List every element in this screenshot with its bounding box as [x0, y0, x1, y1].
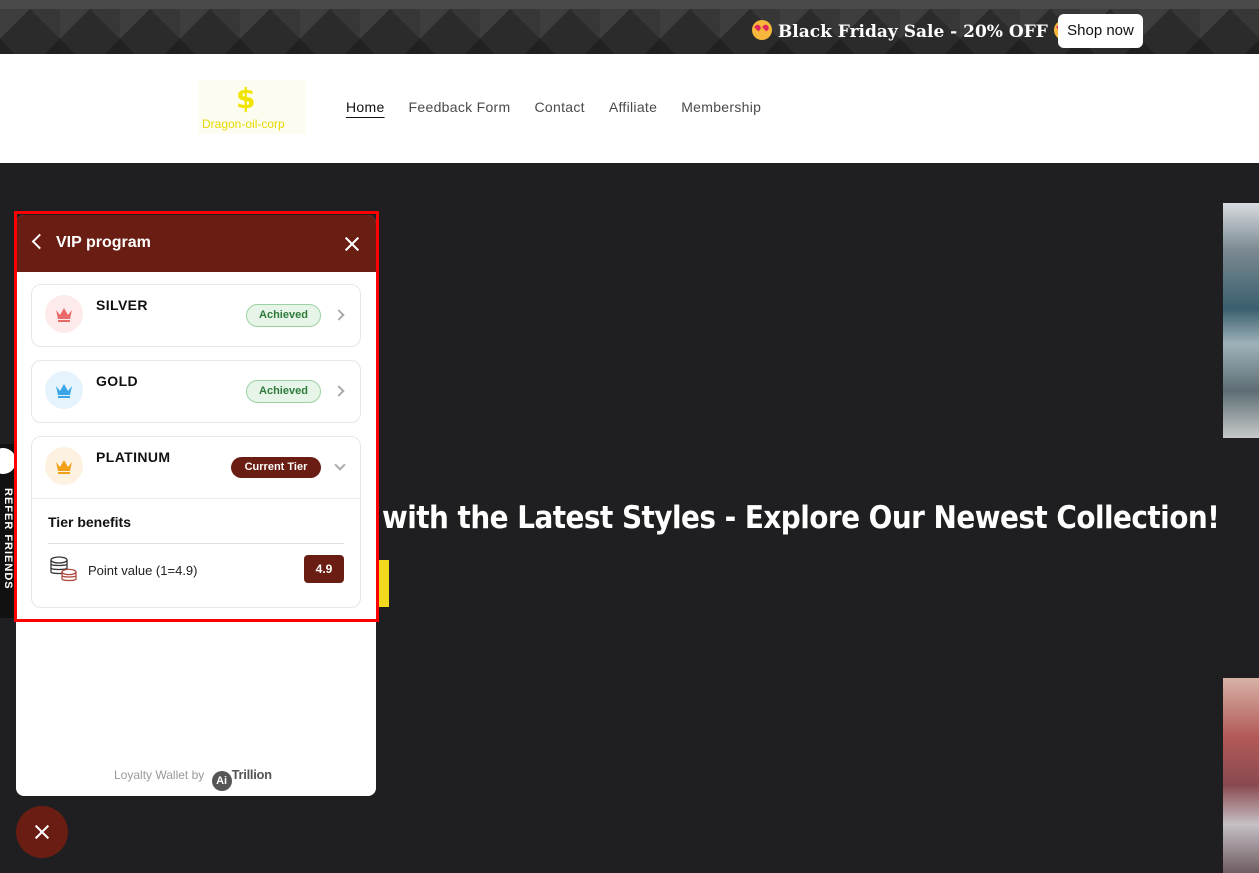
- refer-friends-tab[interactable]: REFER FRIENDS: [0, 444, 16, 618]
- powered-by-text: Loyalty Wallet by: [114, 768, 205, 782]
- nav-affiliate[interactable]: Affiliate: [609, 99, 657, 115]
- status-badge: Achieved: [246, 380, 321, 403]
- hero-image-tile: [1223, 203, 1259, 438]
- vip-program-widget: VIP program SILVER Achieved GOLD Achieve…: [16, 215, 376, 796]
- nav-home[interactable]: Home: [346, 99, 385, 115]
- tier-card-gold[interactable]: GOLD Achieved: [31, 360, 361, 423]
- status-badge: Achieved: [246, 304, 321, 327]
- divider: [48, 543, 344, 544]
- tier-benefits: Tier benefits Point value (1=4.9) 4.9: [32, 498, 360, 607]
- hero-headline: with the Latest Styles - Explore Our New…: [382, 500, 1220, 536]
- crown-icon: [45, 371, 83, 409]
- site-logo[interactable]: $ Dragon-oil-corp: [198, 80, 306, 134]
- refer-friends-label: REFER FRIENDS: [2, 488, 14, 590]
- tier-name: GOLD: [96, 373, 139, 389]
- point-value-badge: 4.9: [304, 555, 344, 583]
- tier-card-platinum[interactable]: PLATINUM Current Tier Tier benefits Poin…: [31, 436, 361, 608]
- widget-header: VIP program: [16, 215, 376, 272]
- back-arrow-icon[interactable]: [31, 233, 48, 250]
- logo-symbol: $: [236, 82, 256, 115]
- widget-toggle-close-button[interactable]: [16, 806, 68, 858]
- crown-icon: [45, 447, 83, 485]
- coins-icon: [48, 555, 78, 588]
- browser-top-strip: [0, 0, 1259, 9]
- main-nav: Home Feedback Form Contact Affiliate Mem…: [346, 99, 761, 115]
- nav-membership[interactable]: Membership: [681, 99, 761, 115]
- chevron-down-icon[interactable]: [334, 459, 346, 471]
- announcement-text: Black Friday Sale - 20% OFF: [752, 20, 1074, 42]
- hero-image-tile: [1223, 678, 1259, 873]
- heart-eyes-emoji-icon: [752, 20, 772, 40]
- chevron-right-icon[interactable]: [333, 385, 345, 397]
- aitrillion-logo-icon: Ai: [211, 771, 232, 791]
- brand-name: Trillion: [231, 767, 273, 782]
- benefits-title: Tier benefits: [48, 514, 131, 530]
- announcement-bar: Black Friday Sale - 20% OFF Shop now: [0, 9, 1259, 54]
- logo-text: Dragon-oil-corp: [202, 117, 285, 131]
- announcement-label: Black Friday Sale - 20% OFF: [777, 22, 1048, 42]
- shop-now-button[interactable]: Shop now: [1058, 14, 1143, 48]
- benefit-label: Point value (1=4.9): [88, 563, 198, 578]
- site-header: $ Dragon-oil-corp Home Feedback Form Con…: [0, 54, 1259, 163]
- tier-name: SILVER: [96, 297, 148, 313]
- refer-icon: [0, 448, 16, 474]
- chevron-right-icon[interactable]: [333, 309, 345, 321]
- widget-title: VIP program: [56, 234, 151, 251]
- tier-card-silver[interactable]: SILVER Achieved: [31, 284, 361, 347]
- nav-feedback-form[interactable]: Feedback Form: [409, 99, 511, 115]
- close-icon[interactable]: [343, 235, 361, 253]
- powered-by-footer: Loyalty Wallet by Ai Trillion: [114, 767, 272, 791]
- current-tier-badge: Current Tier: [231, 457, 321, 478]
- nav-contact[interactable]: Contact: [534, 99, 584, 115]
- tier-name: PLATINUM: [96, 449, 171, 465]
- crown-icon: [45, 295, 83, 333]
